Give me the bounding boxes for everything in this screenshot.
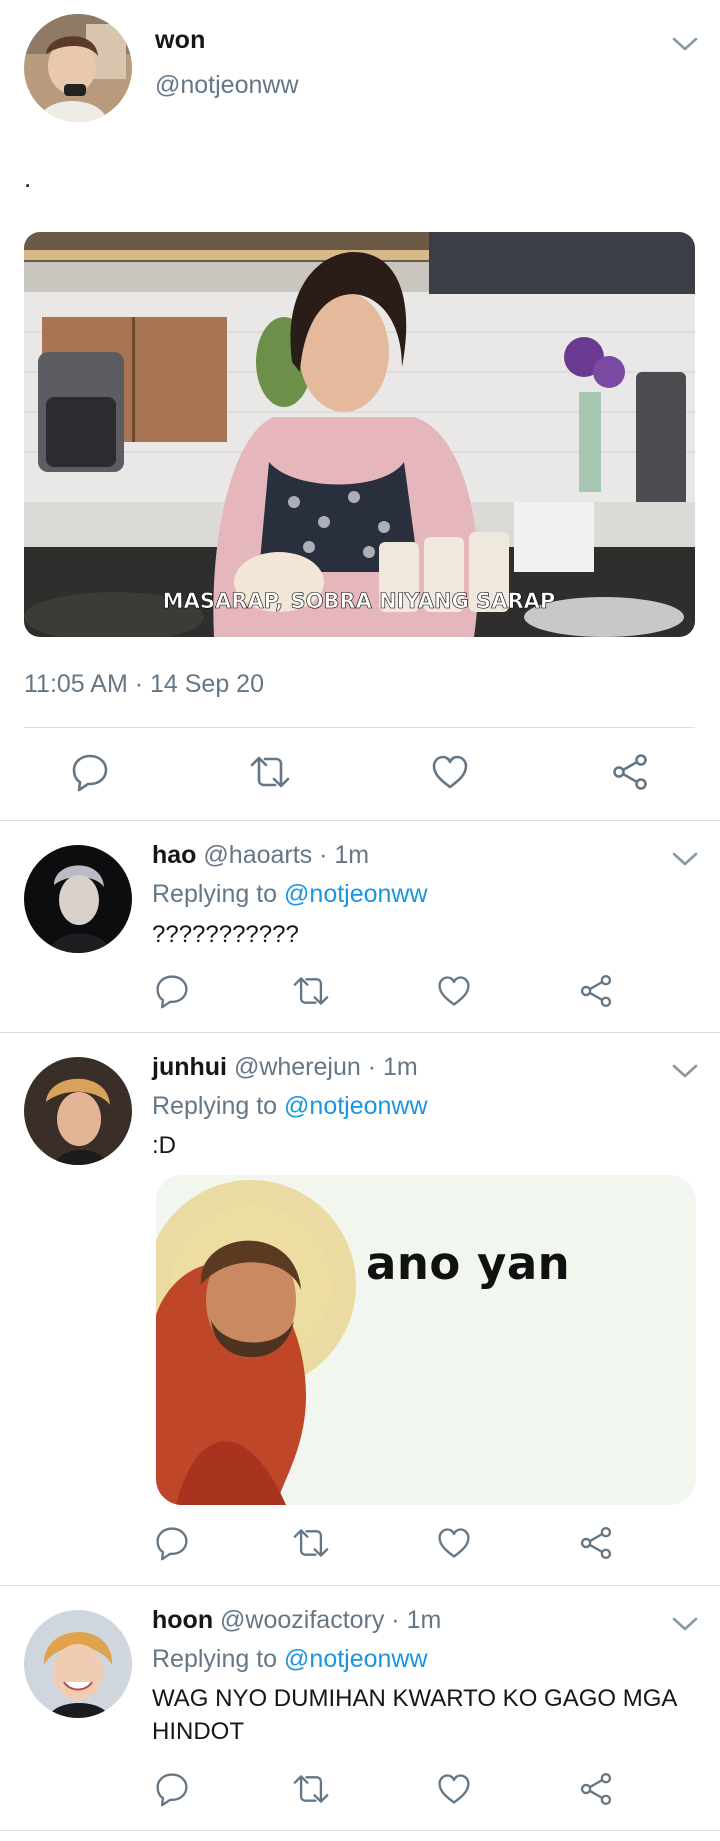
- reply-text: ???????????: [152, 921, 299, 948]
- mention-link[interactable]: @notjeonww: [284, 880, 428, 908]
- retweet-icon[interactable]: [291, 973, 331, 1009]
- divider: [0, 1830, 720, 1831]
- replying-to-label: Replying to: [152, 880, 278, 908]
- avatar[interactable]: [24, 845, 132, 953]
- like-icon[interactable]: [430, 752, 470, 792]
- user-handle-time[interactable]: @haoarts · 1m: [203, 841, 369, 869]
- share-icon[interactable]: [578, 1525, 614, 1561]
- share-icon[interactable]: [578, 973, 614, 1009]
- reply-header: hao @haoarts · 1m: [152, 841, 369, 870]
- avatar[interactable]: [24, 1057, 132, 1165]
- display-name[interactable]: junhui: [152, 1053, 227, 1081]
- reply-icon[interactable]: [154, 1771, 190, 1807]
- display-name[interactable]: hao: [152, 841, 196, 869]
- like-icon[interactable]: [436, 973, 472, 1009]
- user-handle-time[interactable]: @wherejun · 1m: [234, 1053, 418, 1081]
- divider: [0, 820, 720, 821]
- replying-to: Replying to @notjeonww: [152, 880, 428, 909]
- divider: [0, 1585, 720, 1586]
- share-icon[interactable]: [610, 752, 650, 792]
- replying-to-label: Replying to: [152, 1092, 278, 1120]
- retweet-icon[interactable]: [291, 1525, 331, 1561]
- avatar[interactable]: [24, 1610, 132, 1718]
- divider: [0, 1032, 720, 1033]
- user-handle[interactable]: @notjeonww: [155, 71, 299, 100]
- retweet-icon[interactable]: [248, 752, 292, 792]
- reply-icon[interactable]: [154, 973, 190, 1009]
- reply-media[interactable]: ano yan: [156, 1175, 696, 1505]
- reply-icon[interactable]: [154, 1525, 190, 1561]
- chevron-down-icon[interactable]: [670, 1614, 700, 1634]
- like-icon[interactable]: [436, 1525, 472, 1561]
- tweet-timestamp[interactable]: 11:05 AM · 14 Sep 20: [24, 670, 264, 699]
- share-icon[interactable]: [578, 1771, 614, 1807]
- reply-text: :D: [152, 1132, 176, 1159]
- media-subtitle: MASARAP, SOBRA NIYANG SARAP: [163, 589, 556, 613]
- tweet-text: .: [24, 163, 32, 193]
- divider: [24, 727, 695, 728]
- replying-to: Replying to @notjeonww: [152, 1645, 428, 1674]
- chevron-down-icon[interactable]: [670, 849, 700, 869]
- reply-text: WAG NYO DUMIHAN KWARTO KO GAGO MGA HINDO…: [152, 1685, 677, 1745]
- chevron-down-icon[interactable]: [670, 1061, 700, 1081]
- mention-link[interactable]: @notjeonww: [284, 1645, 428, 1673]
- display-name[interactable]: won: [155, 26, 206, 55]
- retweet-icon[interactable]: [291, 1771, 331, 1807]
- reply-header: junhui @wherejun · 1m: [152, 1053, 418, 1082]
- replying-to-label: Replying to: [152, 1645, 278, 1673]
- media-caption: ano yan: [366, 1237, 571, 1290]
- reply-header: hoon @woozifactory · 1m: [152, 1606, 441, 1635]
- chevron-down-icon[interactable]: [670, 34, 700, 54]
- replying-to: Replying to @notjeonww: [152, 1092, 428, 1121]
- avatar[interactable]: [24, 14, 132, 122]
- mention-link[interactable]: @notjeonww: [284, 1092, 428, 1120]
- tweet-media[interactable]: MASARAP, SOBRA NIYANG SARAP: [24, 232, 695, 637]
- user-handle-time[interactable]: @woozifactory · 1m: [220, 1606, 441, 1634]
- reply-icon[interactable]: [70, 752, 110, 792]
- like-icon[interactable]: [436, 1771, 472, 1807]
- display-name[interactable]: hoon: [152, 1606, 213, 1634]
